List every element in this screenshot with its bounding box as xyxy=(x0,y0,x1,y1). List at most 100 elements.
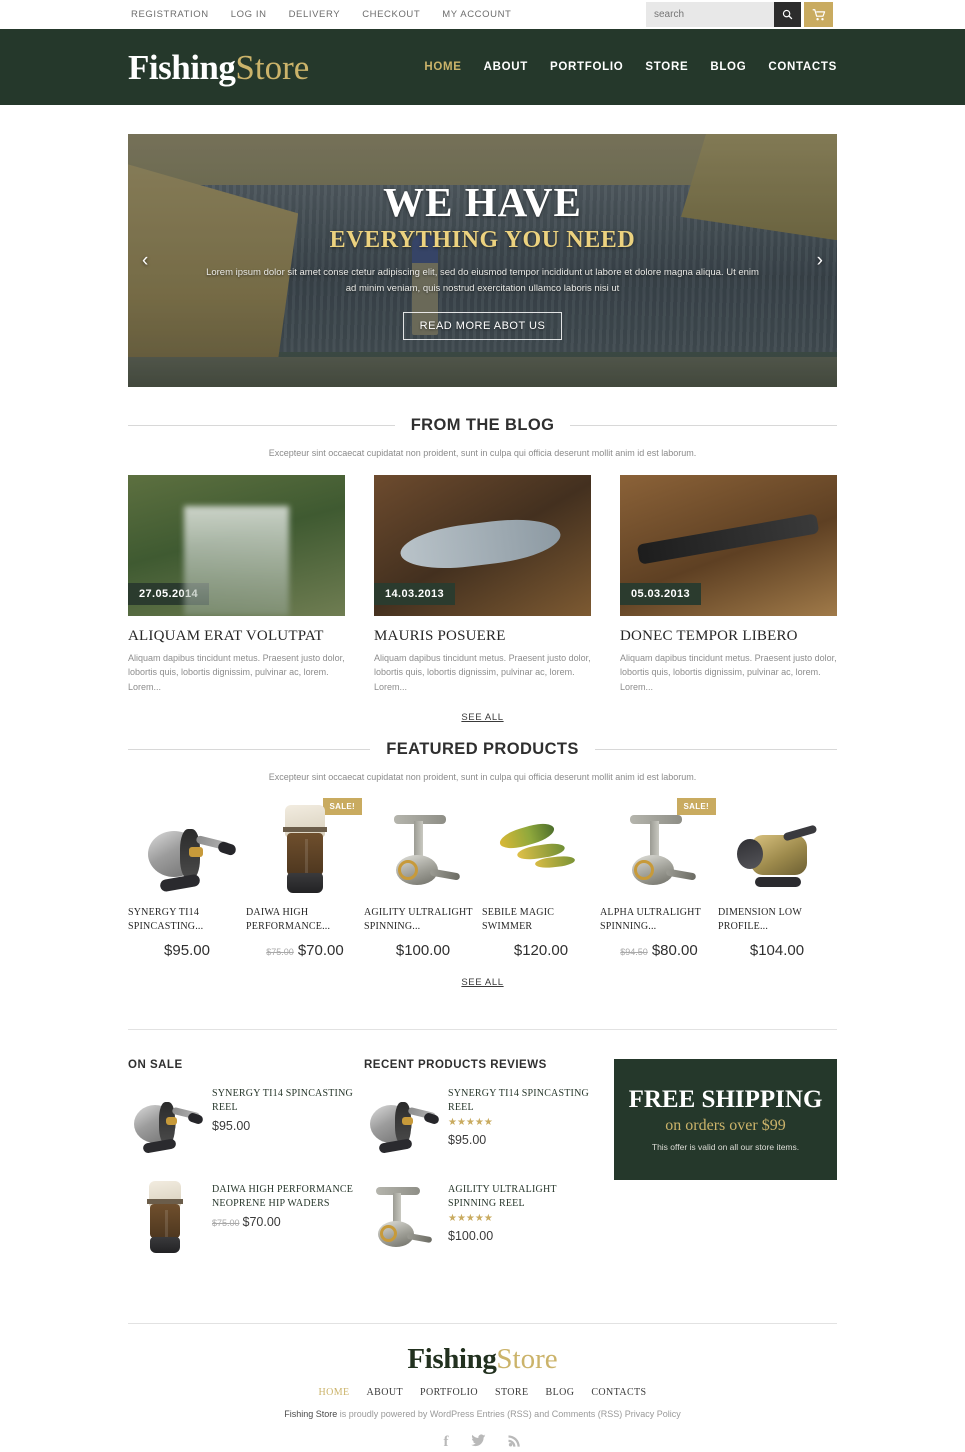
price-old: $75.00 xyxy=(212,1218,240,1229)
hero-read-more-button[interactable]: READ MORE ABOT US xyxy=(402,312,563,341)
product-thumbnail[interactable] xyxy=(128,1085,205,1159)
cart-icon xyxy=(812,8,825,20)
footer-nav-home[interactable]: HOME xyxy=(318,1387,349,1398)
free-shipping-banner[interactable]: FREE SHIPPING on orders over $99 This of… xyxy=(614,1059,837,1181)
top-link-delivery[interactable]: DELIVERY xyxy=(289,9,341,20)
product-name[interactable]: SYNERGY TI14 SPINCASTING REEL xyxy=(448,1087,600,1114)
product-price-current: $95.00 xyxy=(164,942,210,960)
hero-next-arrow-icon[interactable]: › xyxy=(817,250,823,272)
footer-nav-blog[interactable]: BLOG xyxy=(546,1387,575,1398)
product-name[interactable]: DAIWA HIGH PERFORMANCE... xyxy=(246,906,364,934)
top-link-registration[interactable]: REGISTRATION xyxy=(131,9,209,20)
footer-logo[interactable]: FishingStore xyxy=(0,1345,965,1374)
top-link-login[interactable]: LOG IN xyxy=(231,9,267,20)
footer-nav: HOME ABOUT PORTFOLIO STORE BLOG CONTACTS xyxy=(0,1387,965,1398)
product-card[interactable]: DIMENSION LOW PROFILE... $104.00 xyxy=(718,798,836,959)
nav-item-store[interactable]: STORE xyxy=(645,61,688,73)
list-item[interactable]: AGILITY ULTRALIGHT SPINNING REEL ★★★★★ $… xyxy=(364,1181,600,1255)
rule-right xyxy=(570,425,838,426)
blog-thumbnail[interactable]: 14.03.2013 xyxy=(374,475,591,616)
list-item[interactable]: SYNERGY TI14 SPINCASTING REEL ★★★★★ $95.… xyxy=(364,1085,600,1159)
footer-nav-store[interactable]: STORE xyxy=(495,1387,529,1398)
site-header: FishingStore HOME ABOUT PORTFOLIO STORE … xyxy=(0,29,965,105)
product-price: $100.00 xyxy=(448,1229,600,1243)
product-price-current: $120.00 xyxy=(513,942,569,960)
footer-nav-contacts[interactable]: CONTACTS xyxy=(591,1387,646,1398)
product-thumbnail[interactable] xyxy=(128,1181,202,1255)
utility-nav: REGISTRATION LOG IN DELIVERY CHECKOUT MY… xyxy=(131,9,511,20)
blog-thumbnail[interactable]: 05.03.2013 xyxy=(620,475,837,616)
rating-stars: ★★★★★ xyxy=(448,1213,493,1225)
blog-card[interactable]: 14.03.2013 MAURIS POSUERE Aliquam dapibu… xyxy=(374,475,591,694)
nav-item-blog[interactable]: BLOG xyxy=(710,61,746,73)
on-sale-column: ON SALE SYNERGY TI14 SPINCASTING REEL $9… xyxy=(128,1059,364,1277)
twitter-icon[interactable] xyxy=(470,1434,486,1452)
blog-excerpt: Aliquam dapibus tincidunt metus. Praesen… xyxy=(374,653,591,692)
product-price: $100.00 xyxy=(364,942,482,959)
nav-item-portfolio[interactable]: PORTFOLIO xyxy=(550,61,623,73)
copyright: Fishing Store is proudly powered by Word… xyxy=(0,1409,965,1419)
product-price-old: $75.00 xyxy=(266,947,294,958)
nav-item-contacts[interactable]: CONTACTS xyxy=(768,61,837,73)
product-image[interactable]: SALE! xyxy=(246,798,364,895)
search-button[interactable] xyxy=(774,2,801,27)
blog-card[interactable]: 27.05.2014 ALIQUAM ERAT VOLUTPAT Aliquam… xyxy=(128,475,345,694)
featured-see-all-link[interactable]: SEE ALL xyxy=(0,977,965,988)
top-link-my-account[interactable]: MY ACCOUNT xyxy=(442,9,511,20)
cart-button[interactable] xyxy=(804,2,833,27)
product-name[interactable]: AGILITY ULTRALIGHT SPINNING... xyxy=(364,906,482,934)
product-card[interactable]: SEBILE MAGIC SWIMMER $120.00 xyxy=(482,798,600,959)
product-image[interactable] xyxy=(364,798,482,895)
search-input[interactable] xyxy=(646,2,774,27)
blog-title[interactable]: DONEC TEMPOR LIBERO xyxy=(620,628,837,645)
product-price-current: $80.00 xyxy=(651,942,698,960)
blog-title[interactable]: ALIQUAM ERAT VOLUTPAT xyxy=(128,628,345,645)
footer-nav-about[interactable]: ABOUT xyxy=(367,1387,403,1398)
product-image[interactable]: SALE! xyxy=(600,798,718,895)
nav-item-about[interactable]: ABOUT xyxy=(484,61,528,73)
shipping-note: This offer is valid on all our store ite… xyxy=(651,1142,800,1153)
list-item[interactable]: SYNERGY TI14 SPINCASTING REEL $95.00 xyxy=(128,1085,364,1159)
price-current: $95.00 xyxy=(448,1133,487,1148)
blog-date-badge: 14.03.2013 xyxy=(374,583,456,605)
product-name[interactable]: SYNERGY TI14 SPINCASTING REEL xyxy=(212,1087,364,1114)
nav-item-home[interactable]: HOME xyxy=(424,61,461,73)
hero-prev-arrow-icon[interactable]: ‹ xyxy=(142,250,148,272)
top-bar: REGISTRATION LOG IN DELIVERY CHECKOUT MY… xyxy=(0,0,965,29)
rss-icon[interactable] xyxy=(508,1434,522,1452)
blog-section-head: FROM THE BLOG xyxy=(128,416,838,435)
blog-date-badge: 05.03.2013 xyxy=(620,583,702,605)
product-card[interactable]: SALE! ALPHA ULTRALIGHT SPINNING... $94.5… xyxy=(600,798,718,959)
price-current: $70.00 xyxy=(242,1215,281,1230)
product-name[interactable]: AGILITY ULTRALIGHT SPINNING REEL xyxy=(448,1183,600,1210)
footer-nav-portfolio[interactable]: PORTFOLIO xyxy=(420,1387,478,1398)
product-image[interactable] xyxy=(128,798,246,895)
product-name[interactable]: SYNERGY TI14 SPINCASTING... xyxy=(128,906,246,934)
product-name[interactable]: DIMENSION LOW PROFILE... xyxy=(718,906,836,934)
product-name[interactable]: DAIWA HIGH PERFORMANCE NEOPRENE HIP WADE… xyxy=(212,1183,364,1210)
product-image[interactable] xyxy=(482,798,600,895)
product-thumbnail[interactable] xyxy=(364,1181,438,1255)
product-price-current: $100.00 xyxy=(395,942,451,960)
blog-card[interactable]: 05.03.2013 DONEC TEMPOR LIBERO Aliquam d… xyxy=(620,475,837,694)
site-logo[interactable]: FishingStore xyxy=(128,50,309,85)
top-link-checkout[interactable]: CHECKOUT xyxy=(362,9,420,20)
product-card[interactable]: SYNERGY TI14 SPINCASTING... $95.00 xyxy=(128,798,246,959)
blog-title[interactable]: MAURIS POSUERE xyxy=(374,628,591,645)
product-image[interactable] xyxy=(718,798,836,895)
featured-section-head: FEATURED PRODUCTS xyxy=(128,740,838,759)
product-card[interactable]: SALE! DAIWA HIGH PERFORMANCE... $75.00 $7… xyxy=(246,798,364,959)
hero-title: WE HAVE xyxy=(383,178,582,225)
hero-content: WE HAVE EVERYTHING YOU NEED Lorem ipsum … xyxy=(128,134,837,387)
facebook-icon[interactable]: f xyxy=(444,1434,449,1452)
product-name[interactable]: ALPHA ULTRALIGHT SPINNING... xyxy=(600,906,718,934)
on-sale-title: ON SALE xyxy=(128,1059,183,1072)
product-thumbnail[interactable] xyxy=(364,1085,441,1159)
blog-see-all-link[interactable]: SEE ALL xyxy=(0,712,965,723)
product-card[interactable]: AGILITY ULTRALIGHT SPINNING... $100.00 xyxy=(364,798,482,959)
blog-thumbnail[interactable]: 27.05.2014 xyxy=(128,475,345,616)
product-list: SYNERGY TI14 SPINCASTING... $95.00 SALE!… xyxy=(128,798,837,959)
shipping-headline: FREE SHIPPING xyxy=(628,1085,823,1113)
list-item[interactable]: DAIWA HIGH PERFORMANCE NEOPRENE HIP WADE… xyxy=(128,1181,364,1255)
product-name[interactable]: SEBILE MAGIC SWIMMER xyxy=(482,906,600,934)
